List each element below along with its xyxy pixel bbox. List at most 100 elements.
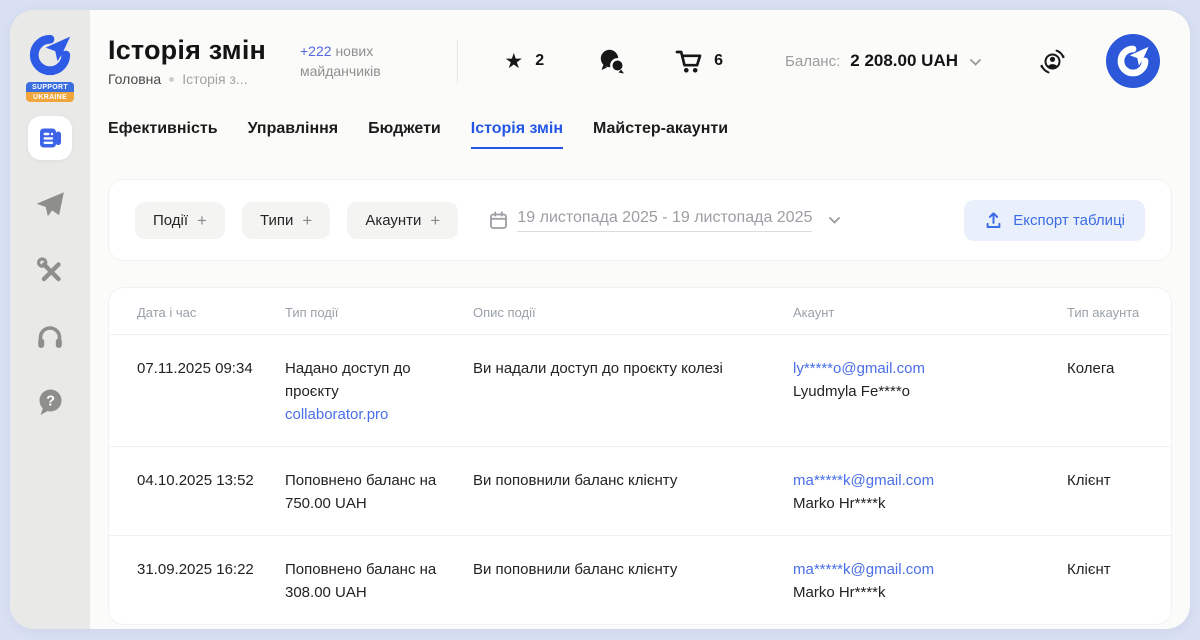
promo-count: +222: [300, 43, 332, 59]
chat-icon: [598, 48, 625, 75]
cell-description: Ви поповнили баланс клієнту: [473, 558, 793, 604]
col-header-datetime: Дата і час: [137, 305, 285, 320]
balance-value: 2 208.00 UAH: [850, 51, 958, 71]
filter-chip-types[interactable]: Типи +: [242, 202, 330, 239]
filter-chip-events[interactable]: Події +: [135, 202, 225, 239]
event-type-text: Поповнено баланс на 750.00 UAH: [285, 472, 436, 512]
tab-budgets[interactable]: Бюджети: [368, 120, 441, 149]
sidebar-item-news[interactable]: [28, 116, 72, 160]
sidebar-item-support[interactable]: [28, 314, 72, 358]
col-header-event-type: Тип події: [285, 305, 473, 320]
calendar-icon: [489, 211, 508, 230]
project-link[interactable]: collaborator.pro: [285, 406, 388, 423]
sidebar-nav: ?: [28, 116, 72, 446]
breadcrumb: Головна Історія з...: [108, 71, 300, 87]
cell-description: Ви надали доступ до проєкту колезі: [473, 357, 793, 426]
filter-bar: Події + Типи + Акаунти +: [108, 179, 1172, 261]
favorites-button[interactable]: ★ 2: [504, 51, 544, 72]
new-platforms-promo[interactable]: +222 нових майданчиків: [300, 41, 420, 81]
page-title: Історія змін: [108, 35, 300, 66]
table-row: 31.09.2025 16:22 Поповнено баланс на 308…: [109, 535, 1171, 624]
account-email-link[interactable]: ma*****k@gmail.com: [793, 561, 934, 578]
col-header-description: Опис події: [473, 305, 793, 320]
filter-chip-accounts[interactable]: Акаунти +: [347, 202, 458, 239]
date-range-value: 19 листопада 2025 - 19 листопада 2025: [517, 209, 812, 232]
event-type-text: Поповнено баланс на 308.00 UAH: [285, 561, 436, 601]
app-window: SUPPORT UKRAINE: [10, 10, 1190, 629]
tools-icon: [35, 255, 65, 285]
cart-button[interactable]: 6: [675, 48, 723, 75]
topbar-divider: [457, 39, 458, 83]
balance-label: Баланс:: [785, 53, 840, 70]
collaborator-logo-icon: [29, 34, 71, 76]
cell-event-type: Поповнено баланс на 308.00 UAH: [285, 558, 473, 604]
promo-text-1: нових: [335, 43, 373, 59]
tab-management[interactable]: Управління: [248, 120, 339, 149]
messages-button[interactable]: [598, 48, 625, 75]
history-table: Дата і час Тип події Опис події Акаунт Т…: [108, 287, 1172, 625]
plus-icon: +: [302, 212, 312, 229]
account-name: Marko Hr****k: [793, 495, 886, 512]
favorites-count: 2: [535, 52, 544, 70]
account-email-link[interactable]: ma*****k@gmail.com: [793, 472, 934, 489]
topbar: Історія змін Головна Історія з... +222 н…: [90, 10, 1190, 112]
main-area: Історія змін Головна Історія з... +222 н…: [90, 10, 1190, 629]
headphones-icon: [35, 321, 65, 351]
user-sync-icon: [1039, 48, 1066, 75]
chevron-down-icon: [970, 59, 981, 66]
sidebar-item-help[interactable]: ?: [28, 380, 72, 424]
plus-icon: +: [197, 212, 207, 229]
cell-datetime: 31.09.2025 16:22: [137, 558, 285, 604]
breadcrumb-separator: [169, 77, 174, 82]
cell-event-type: Поповнено баланс на 750.00 UAH: [285, 469, 473, 515]
promo-text-2: майданчиків: [300, 63, 381, 79]
cell-datetime: 07.11.2025 09:34: [137, 357, 285, 426]
chip-label: Типи: [260, 212, 293, 229]
tab-change-history[interactable]: Історія змін: [471, 120, 563, 149]
cell-description: Ви поповнили баланс клієнту: [473, 469, 793, 515]
account-name: Marko Hr****k: [793, 584, 886, 601]
sidebar-item-telegram[interactable]: [28, 182, 72, 226]
account-email-link[interactable]: ly*****o@gmail.com: [793, 360, 925, 377]
col-header-account-type: Тип акаунта: [1067, 305, 1171, 320]
export-label: Експорт таблиці: [1013, 212, 1125, 229]
telegram-icon: [34, 188, 66, 220]
cart-count: 6: [714, 52, 723, 70]
cell-account-type: Колега: [1067, 357, 1171, 426]
cell-account-type: Клієнт: [1067, 558, 1171, 604]
table-row: 04.10.2025 13:52 Поповнено баланс на 750…: [109, 446, 1171, 535]
sidebar: SUPPORT UKRAINE: [10, 10, 90, 629]
help-icon: ?: [35, 387, 65, 417]
account-avatar[interactable]: [1106, 34, 1160, 88]
svg-text:?: ?: [46, 394, 55, 410]
news-icon: [36, 124, 64, 152]
balance-dropdown[interactable]: Баланс: 2 208.00 UAH: [785, 51, 981, 71]
support-ukraine-badge: SUPPORT UKRAINE: [26, 82, 74, 102]
upload-icon: [984, 211, 1003, 230]
account-name: Lyudmyla Fe****o: [793, 383, 910, 400]
table-row: 07.11.2025 09:34 Надано доступ до проєкт…: [109, 334, 1171, 446]
collaborator-avatar-icon: [1116, 44, 1150, 78]
cell-account: ma*****k@gmail.com Marko Hr****k: [793, 558, 1067, 604]
col-header-account: Акаунт: [793, 305, 1067, 320]
app-logo[interactable]: SUPPORT UKRAINE: [26, 10, 74, 102]
cell-event-type: Надано доступ до проєкту collaborator.pr…: [285, 357, 473, 426]
cart-icon: [675, 48, 702, 75]
star-icon: ★: [504, 51, 523, 72]
export-table-button[interactable]: Експорт таблиці: [964, 200, 1145, 241]
chip-label: Події: [153, 212, 188, 229]
chip-label: Акаунти: [365, 212, 421, 229]
sidebar-item-tools[interactable]: [28, 248, 72, 292]
cell-datetime: 04.10.2025 13:52: [137, 469, 285, 515]
cell-account: ly*****o@gmail.com Lyudmyla Fe****o: [793, 357, 1067, 426]
switch-account-button[interactable]: [1039, 48, 1066, 75]
breadcrumb-home[interactable]: Головна: [108, 71, 161, 87]
cell-account: ma*****k@gmail.com Marko Hr****k: [793, 469, 1067, 515]
date-range-picker[interactable]: 19 листопада 2025 - 19 листопада 2025: [489, 209, 840, 232]
breadcrumb-current: Історія з...: [182, 71, 247, 87]
tab-master-accounts[interactable]: Майстер-акаунти: [593, 120, 728, 149]
plus-icon: +: [430, 212, 440, 229]
table-header-row: Дата і час Тип події Опис події Акаунт Т…: [109, 288, 1171, 334]
tab-effectiveness[interactable]: Ефективність: [108, 120, 218, 149]
event-type-text: Надано доступ до проєкту: [285, 360, 411, 400]
